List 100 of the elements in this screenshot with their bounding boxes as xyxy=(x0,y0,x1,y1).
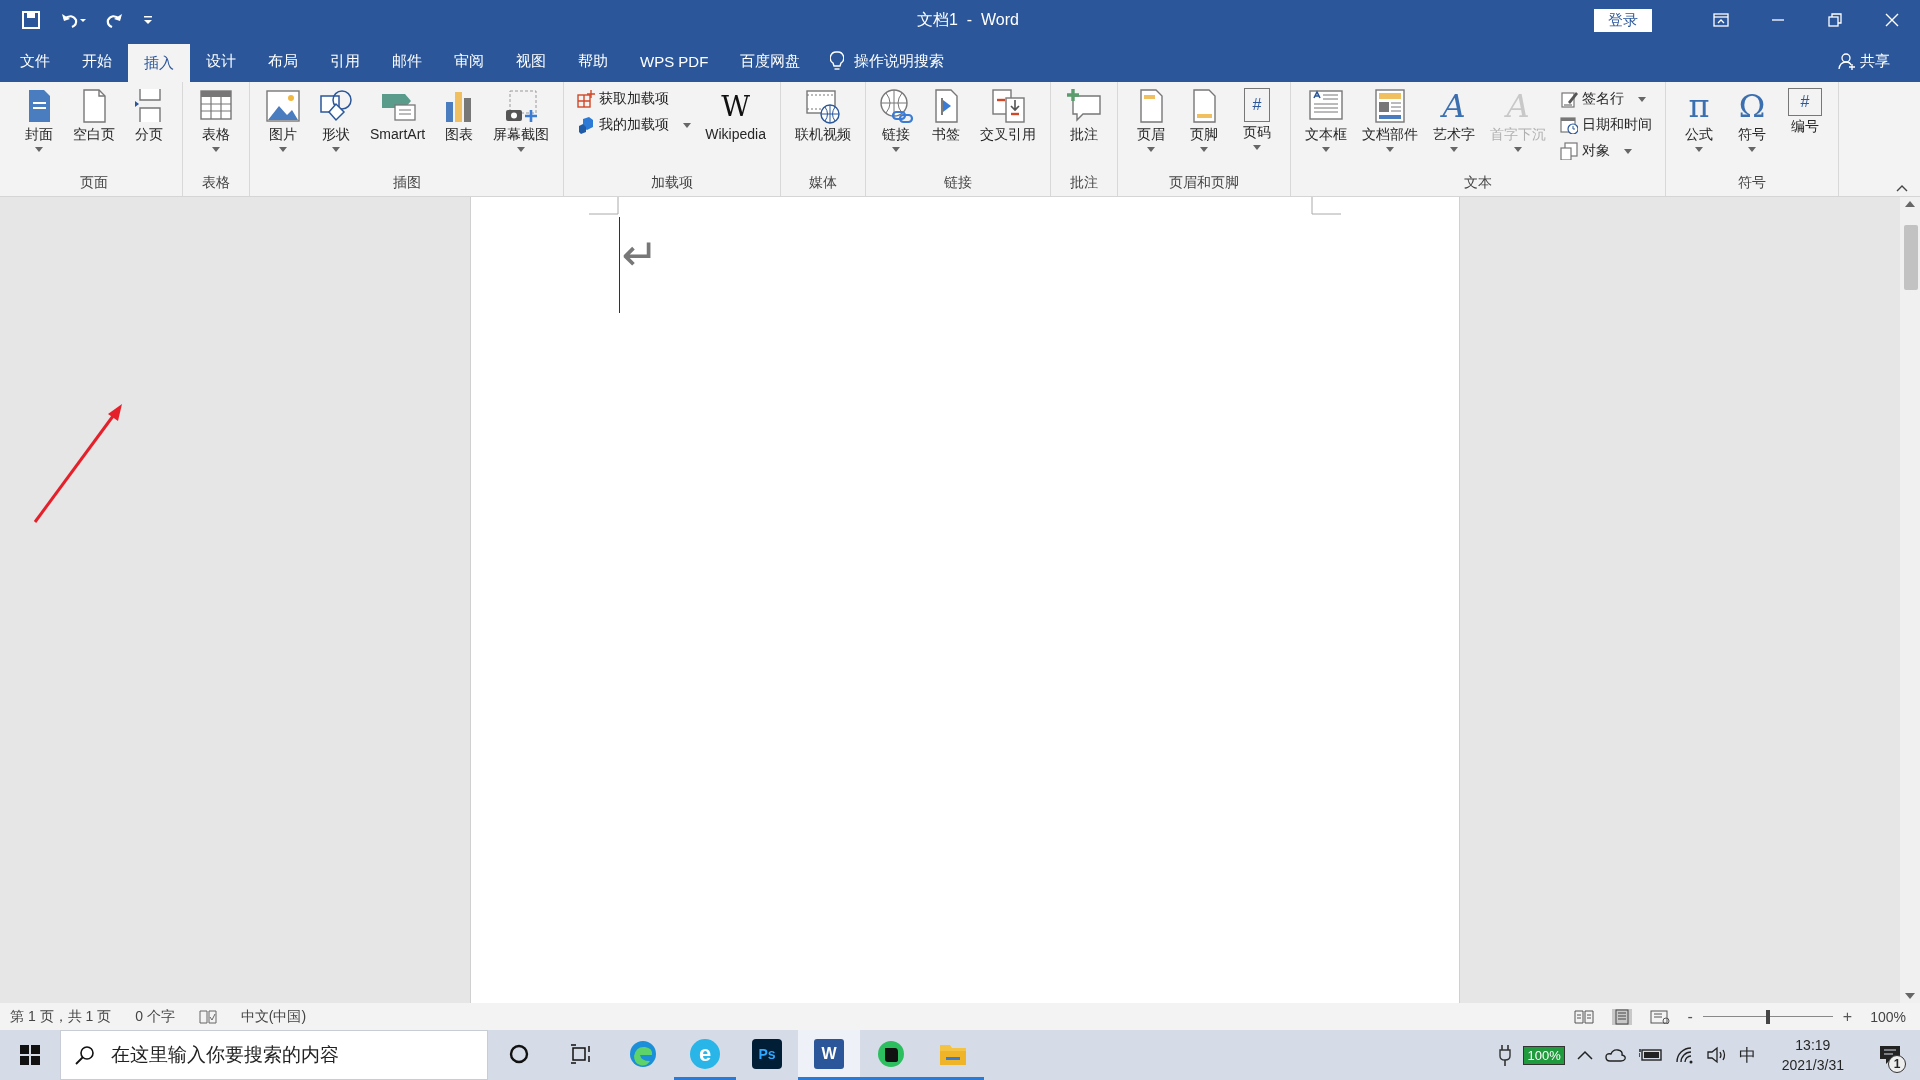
get-add-ins-icon xyxy=(577,90,596,108)
power-plug-icon xyxy=(1499,1044,1512,1066)
ribbon-button[interactable]: A 艺术字 xyxy=(1428,86,1479,174)
save-icon[interactable] xyxy=(22,11,40,29)
windows-start-icon[interactable] xyxy=(20,1045,40,1065)
ribbon-button[interactable]: 文本框 xyxy=(1300,86,1351,174)
dropdown-caret-icon xyxy=(1199,147,1208,152)
dropdown-caret-icon xyxy=(35,147,43,152)
taskbar-app[interactable]: W xyxy=(798,1030,860,1080)
ribbon-button[interactable]: 我的加载项 xyxy=(574,114,695,136)
wifi-icon[interactable] xyxy=(1674,1046,1695,1064)
login-button[interactable]: 登录 xyxy=(1594,8,1652,32)
ribbon-tab[interactable]: 邮件 xyxy=(376,40,438,82)
glyph-icon: π xyxy=(1679,88,1718,124)
language-status[interactable]: 中文(中国) xyxy=(240,1007,307,1026)
taskbar-search-box[interactable]: 在这里输入你要搜索的内容 xyxy=(60,1030,488,1080)
ribbon-button[interactable]: 签名行 xyxy=(1556,88,1655,110)
read-mode-icon[interactable] xyxy=(1573,1009,1594,1024)
ribbon-button[interactable]: 书签 xyxy=(922,86,969,174)
ribbon-button[interactable]: Ω 符号 xyxy=(1728,86,1775,174)
ribbon-button[interactable]: π 公式 xyxy=(1675,86,1722,174)
ribbon-tab[interactable]: 百度网盘 xyxy=(724,40,817,82)
ribbon-button[interactable]: 获取加载项 xyxy=(574,88,695,110)
proofing-book-icon[interactable] xyxy=(198,1009,217,1024)
undo-icon[interactable] xyxy=(60,11,86,29)
ribbon-button[interactable]: SmartArt xyxy=(366,86,430,174)
ribbon-tab[interactable]: WPS PDF xyxy=(624,40,725,82)
zoom-slider-thumb[interactable] xyxy=(1765,1009,1770,1024)
ribbon-tab[interactable]: 开始 xyxy=(66,40,128,82)
ribbon-tab[interactable]: 设计 xyxy=(190,40,252,82)
ribbon-tab[interactable]: 文件 xyxy=(4,40,66,82)
task-view-icon[interactable] xyxy=(570,1043,592,1064)
search-icon xyxy=(75,1045,95,1065)
ribbon-tab[interactable]: 引用 xyxy=(314,40,376,82)
ribbon-button[interactable]: 分页 xyxy=(126,86,172,174)
ribbon-tab[interactable]: 布局 xyxy=(252,40,314,82)
group-label: 媒体 xyxy=(807,174,838,192)
battery-icon[interactable] xyxy=(1638,1048,1663,1062)
dropdown-caret-icon xyxy=(1623,148,1632,154)
ribbon-button[interactable]: 封面 xyxy=(16,86,62,174)
ribbon-button[interactable]: 页脚 xyxy=(1180,86,1227,174)
corner-mark-icon xyxy=(1310,197,1341,215)
cortana-circle-icon[interactable] xyxy=(509,1043,529,1064)
collapse-ribbon-icon[interactable] xyxy=(1896,184,1908,192)
ribbon-button[interactable]: 交叉引用 xyxy=(975,86,1040,174)
ribbon-button[interactable]: 日期和时间 xyxy=(1556,114,1655,136)
share-button[interactable]: 共享 xyxy=(1832,40,1896,82)
ribbon-button[interactable]: # 编号 xyxy=(1781,86,1828,174)
vertical-scrollbar[interactable] xyxy=(1900,197,1920,1003)
zoom-in-button[interactable]: + xyxy=(1842,1007,1853,1026)
ribbon-button[interactable]: W Wikipedia xyxy=(701,86,770,174)
clock-date[interactable]: 2021/3/31 xyxy=(1781,1055,1844,1075)
taskbar-app[interactable]: Ps xyxy=(736,1030,798,1080)
group-label: 文本 xyxy=(1462,174,1493,192)
ribbon-button[interactable]: 页眉 xyxy=(1127,86,1174,174)
word-count: 0 个字 xyxy=(135,1007,175,1026)
dropdown-caret-icon xyxy=(1694,147,1703,152)
dropdown-caret-icon xyxy=(1637,96,1646,102)
clock-time[interactable]: 13:19 xyxy=(1795,1035,1831,1055)
ribbon-button[interactable]: 图片 xyxy=(260,86,306,174)
ribbon-button[interactable]: 形状 xyxy=(313,86,359,174)
zoom-out-button[interactable]: - xyxy=(1687,1007,1693,1026)
lightbulb-icon[interactable] xyxy=(830,51,845,71)
picture-icon xyxy=(264,88,302,124)
ribbon-button[interactable]: 屏幕截图 xyxy=(489,86,554,174)
ribbon-tab[interactable]: 帮助 xyxy=(562,40,624,82)
group-label: 符号 xyxy=(1736,174,1767,192)
dropdown-caret-icon xyxy=(1252,145,1261,150)
ribbon-tab[interactable]: 视图 xyxy=(500,40,562,82)
ribbon-button[interactable]: 对象 xyxy=(1556,140,1655,162)
web-layout-icon[interactable] xyxy=(1649,1009,1670,1024)
zoom-percent[interactable]: 100% xyxy=(1870,1008,1906,1025)
customize-caret-icon[interactable] xyxy=(144,16,152,24)
chevron-up-icon[interactable] xyxy=(1576,1050,1593,1060)
ribbon-display-options-icon[interactable] xyxy=(1712,13,1729,27)
ribbon-button[interactable]: 联机视频 xyxy=(790,86,855,174)
restore-icon[interactable] xyxy=(1827,13,1842,27)
window-title: 文档1 - Word xyxy=(917,9,1020,30)
input-method-indicator[interactable]: 中 xyxy=(1738,1043,1756,1067)
ribbon-button[interactable]: 文档部件 xyxy=(1357,86,1422,174)
scroll-down-icon[interactable] xyxy=(1905,993,1915,999)
ribbon-button[interactable]: 空白页 xyxy=(69,86,119,174)
redo-icon[interactable] xyxy=(106,11,124,29)
print-layout-icon[interactable] xyxy=(1611,1008,1632,1025)
ribbon-tab[interactable]: 审阅 xyxy=(438,40,500,82)
glyph-icon: A xyxy=(1434,88,1473,124)
ribbon-button[interactable]: 图表 xyxy=(436,86,483,174)
speaker-icon[interactable] xyxy=(1706,1046,1727,1064)
dropdown-caret-icon xyxy=(1385,147,1394,152)
cloud-icon[interactable] xyxy=(1604,1048,1627,1062)
ribbon-button[interactable]: 表格 xyxy=(193,86,239,174)
ribbon-button[interactable]: 链接 xyxy=(875,86,916,174)
ribbon-tab[interactable]: 插入 xyxy=(128,44,190,82)
scroll-thumb[interactable] xyxy=(1904,225,1918,290)
ribbon-button[interactable]: # 页码 xyxy=(1233,86,1280,174)
close-icon[interactable] xyxy=(1884,13,1899,27)
scroll-up-icon[interactable] xyxy=(1905,201,1915,207)
tell-me-search[interactable]: 操作说明搜索 xyxy=(854,51,945,71)
ribbon-button[interactable]: 批注 xyxy=(1060,86,1107,174)
comment-plus-icon xyxy=(1064,88,1103,124)
